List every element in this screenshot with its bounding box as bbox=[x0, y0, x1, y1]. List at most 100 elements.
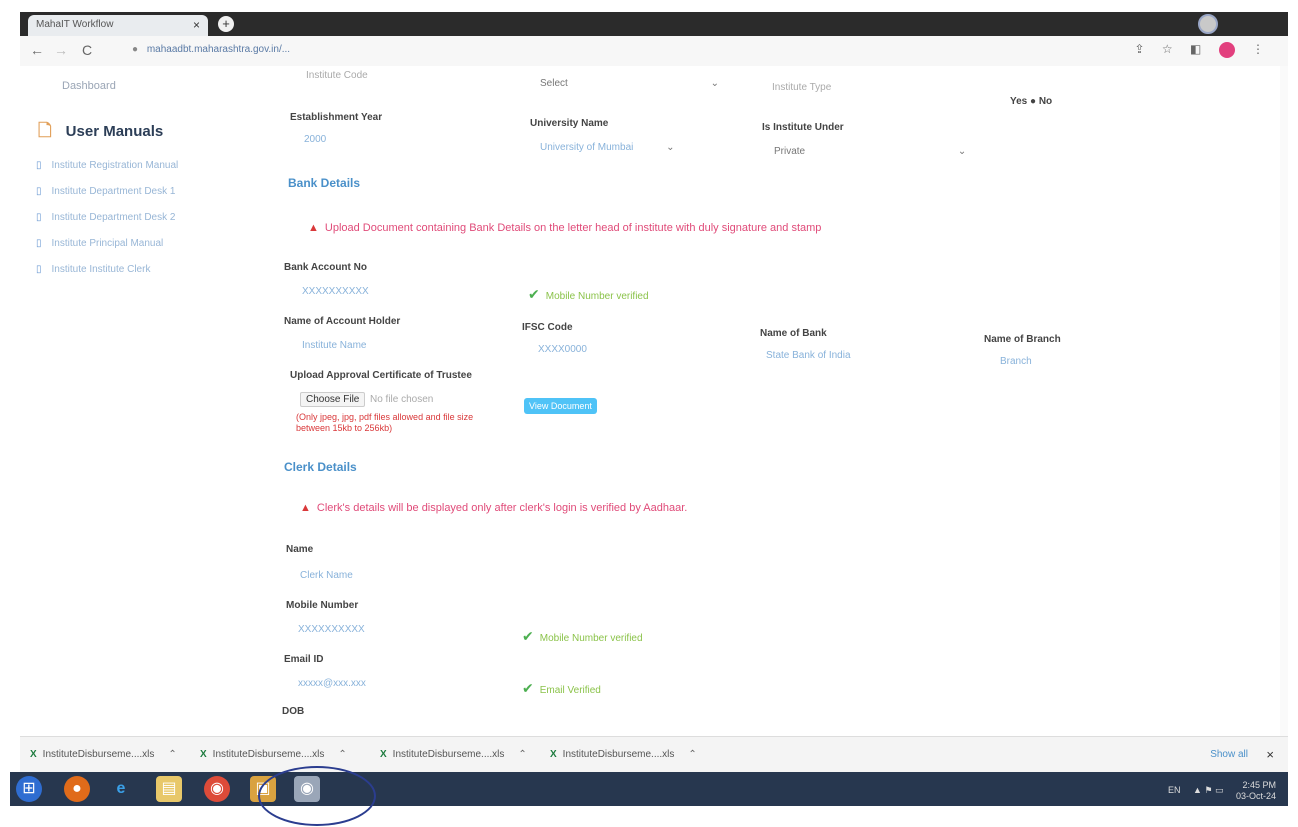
mobile-verified-status: ✔ Mobile Number verified bbox=[522, 628, 643, 645]
back-button[interactable]: ← bbox=[30, 42, 44, 58]
institute-under-value: Private bbox=[774, 146, 806, 157]
sidebar-item-label: Institute Department Desk 2 bbox=[51, 212, 176, 223]
toolbar-icons: ⇪ ☆ ◧ ⋮ bbox=[1120, 42, 1264, 58]
download-item-name: InstituteDisburseme....xls bbox=[392, 749, 505, 760]
bank-name-field[interactable]: State Bank of India bbox=[766, 350, 851, 361]
lock-icon: ● bbox=[132, 44, 139, 55]
branch-label: Name of Branch bbox=[984, 334, 1061, 345]
file-explorer-icon[interactable]: ▤ bbox=[156, 776, 182, 802]
share-icon[interactable]: ⇪ bbox=[1134, 42, 1144, 56]
top-select[interactable]: Select ⌄ bbox=[540, 78, 719, 89]
sidebar-item-manual[interactable]: ▯ Institute Institute Clerk bbox=[36, 264, 150, 275]
url-text: mahaadbt.maharashtra.gov.in/... bbox=[146, 44, 291, 55]
clerk-name-label: Name bbox=[286, 544, 314, 555]
sidebar: Dashboard 🗋 User Manuals ▯ Institute Regis… bbox=[20, 66, 270, 736]
email-label: Email ID bbox=[284, 654, 324, 665]
download-item[interactable]: X InstituteDisburseme....xls ⌃ bbox=[200, 749, 347, 760]
new-tab-button[interactable]: + bbox=[218, 16, 234, 32]
file-icon: ▯ bbox=[36, 160, 42, 171]
excel-file-icon: X bbox=[380, 749, 387, 760]
download-item-name: InstituteDisburseme....xls bbox=[562, 749, 675, 760]
url-field[interactable]: ● mahaadbt.maharashtra.gov.in/... bbox=[132, 44, 290, 55]
clock-time: 2:45 PM bbox=[1242, 780, 1276, 790]
chrome-icon[interactable]: ◉ bbox=[204, 776, 230, 802]
download-item[interactable]: X InstituteDisburseme....xls ⌃ bbox=[550, 749, 697, 760]
establishment-year-label: Establishment Year bbox=[290, 112, 383, 123]
excel-file-icon: X bbox=[550, 749, 557, 760]
language-indicator[interactable]: EN bbox=[1168, 785, 1181, 795]
tab-title: MahaIT Workflow bbox=[36, 19, 114, 30]
file-icon: ▯ bbox=[36, 212, 42, 223]
profile-avatar[interactable] bbox=[1218, 42, 1235, 58]
establishment-year-field[interactable]: 2000 bbox=[304, 134, 326, 145]
handwritten-circle-mark bbox=[258, 766, 376, 826]
bank-alert: ▲ Upload Document containing Bank Details… bbox=[308, 222, 821, 234]
no-file-text: No file chosen bbox=[370, 394, 434, 405]
menu-icon[interactable]: ⋮ bbox=[1252, 42, 1264, 56]
sidebar-item-label: Institute Department Desk 1 bbox=[51, 186, 176, 197]
check-icon: ✔ bbox=[522, 628, 534, 644]
network-icon[interactable]: ▲ ⚑ ▭ bbox=[1193, 785, 1223, 795]
bank-verified-status: ✔ Mobile Number verified bbox=[528, 286, 649, 303]
chevron-up-icon[interactable]: ⌃ bbox=[338, 749, 346, 760]
bank-verified-text: Mobile Number verified bbox=[545, 291, 649, 302]
file-icon: ▯ bbox=[36, 264, 42, 275]
chevron-down-icon: ⌄ bbox=[666, 142, 675, 153]
internet-explorer-icon[interactable]: e bbox=[108, 776, 134, 802]
sidebar-item-manual[interactable]: ▯ Institute Principal Manual bbox=[36, 238, 163, 249]
email-verified-status: ✔ Email Verified bbox=[522, 680, 601, 697]
user-manuals-heading: 🗋 User Manuals bbox=[38, 118, 163, 147]
warning-icon: ▲ bbox=[308, 222, 319, 234]
top-select-value: Select bbox=[540, 78, 568, 89]
chevron-up-icon[interactable]: ⌃ bbox=[168, 749, 176, 760]
institute-under-label: Is Institute Under bbox=[762, 122, 844, 133]
chevron-up-icon[interactable]: ⌃ bbox=[518, 749, 526, 760]
clock-date: 03-Oct-24 bbox=[1235, 791, 1276, 801]
institute-code-field[interactable]: Institute Code bbox=[306, 70, 368, 81]
dashboard-link[interactable]: Dashboard bbox=[62, 80, 116, 92]
download-item[interactable]: X InstituteDisburseme....xls ⌃ bbox=[380, 749, 527, 760]
clerk-name-field[interactable]: Clerk Name bbox=[300, 570, 353, 581]
branch-field[interactable]: Branch bbox=[1000, 356, 1032, 367]
university-select[interactable]: University of Mumbai ⌄ bbox=[540, 142, 675, 153]
page-scrollbar[interactable] bbox=[1280, 66, 1288, 736]
close-downloads-icon[interactable]: × bbox=[1266, 747, 1274, 762]
sidebar-item-manual[interactable]: ▯ Institute Department Desk 1 bbox=[36, 186, 175, 197]
star-icon[interactable]: ☆ bbox=[1162, 42, 1173, 56]
choose-file-button[interactable]: Choose File bbox=[300, 392, 366, 407]
view-document-button[interactable]: View Document bbox=[524, 398, 597, 414]
bank-account-field[interactable]: XXXXXXXXXX bbox=[302, 286, 369, 297]
institute-type-field[interactable]: Institute Type bbox=[772, 82, 831, 93]
reload-button[interactable]: C bbox=[82, 42, 92, 58]
window-profile-icon[interactable] bbox=[1198, 14, 1218, 34]
download-item-name: InstituteDisburseme....xls bbox=[42, 749, 155, 760]
browser-tab[interactable]: MahaIT Workflow × bbox=[28, 15, 208, 36]
yes-no-radio[interactable]: Yes ● No bbox=[1010, 96, 1052, 107]
file-icon: ▯ bbox=[36, 186, 42, 197]
sidebar-item-manual[interactable]: ▯ Institute Department Desk 2 bbox=[36, 212, 175, 223]
email-field[interactable]: xxxxx@xxx.xxx bbox=[298, 678, 366, 689]
clock[interactable]: 2:45 PM 03-Oct-24 bbox=[1236, 780, 1276, 802]
mobile-field[interactable]: XXXXXXXXXX bbox=[298, 624, 365, 635]
university-select-value: University of Mumbai bbox=[540, 142, 634, 153]
sidepanel-icon[interactable]: ◧ bbox=[1190, 42, 1201, 56]
download-item[interactable]: X InstituteDisburseme....xls ⌃ bbox=[30, 749, 177, 760]
clerk-alert: ▲ Clerk's details will be displayed only … bbox=[300, 502, 687, 514]
firefox-icon[interactable]: ● bbox=[64, 776, 90, 802]
sidebar-item-label: Institute Institute Clerk bbox=[51, 264, 151, 275]
ifsc-field[interactable]: XXXX0000 bbox=[538, 344, 587, 355]
sidebar-item-label: Institute Principal Manual bbox=[51, 238, 164, 249]
chevron-up-icon[interactable]: ⌃ bbox=[688, 749, 696, 760]
sidebar-item-manual[interactable]: ▯ Institute Registration Manual bbox=[36, 160, 178, 171]
forward-button[interactable]: → bbox=[54, 42, 68, 58]
system-tray: EN ▲ ⚑ ▭ 2:45 PM 03-Oct-24 bbox=[1168, 780, 1276, 802]
mobile-label: Mobile Number bbox=[286, 600, 359, 611]
start-button-icon[interactable]: ⊞ bbox=[16, 776, 42, 802]
file-note: (Only jpeg, jpg, pdf files allowed and f… bbox=[296, 412, 474, 433]
tab-close-icon[interactable]: × bbox=[193, 18, 200, 32]
institute-under-select[interactable]: Private ⌄ bbox=[774, 146, 966, 157]
file-icon: ▯ bbox=[36, 238, 42, 249]
account-holder-field[interactable]: Institute Name bbox=[302, 340, 366, 351]
show-all-link[interactable]: Show all bbox=[1210, 749, 1248, 760]
taskbar: ⊞ ● e ▤ ◉ ▣ ◉ EN ▲ ⚑ ▭ 2:45 PM 03-Oct-24 bbox=[10, 772, 1288, 806]
